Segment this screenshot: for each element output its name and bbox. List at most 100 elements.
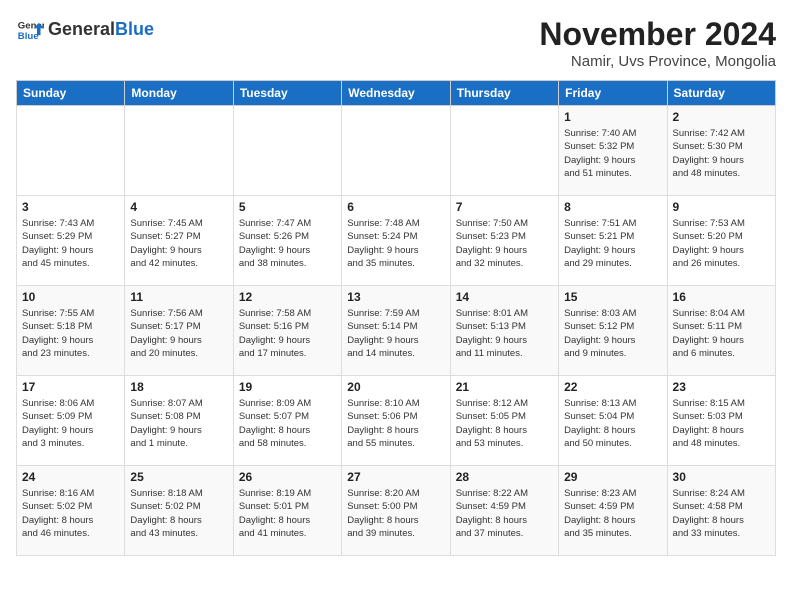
day-number: 10 [22, 290, 119, 304]
weekday-header-row: SundayMondayTuesdayWednesdayThursdayFrid… [17, 81, 776, 106]
calendar-week-row: 24Sunrise: 8:16 AM Sunset: 5:02 PM Dayli… [17, 466, 776, 556]
calendar-week-row: 17 Sunrise: 8:06 AM Sunset: 5:09 PM Dayli… [17, 376, 776, 466]
day-info: Sunrise: 8:03 AM Sunset: 5:12 PM Dayligh… [564, 307, 661, 360]
day-info: Sunrise: 7:50 AM Sunset: 5:23 PM Dayligh… [456, 217, 553, 270]
calendar-day-cell: 18 Sunrise: 8:07 AM Sunset: 5:08 PM Dayli… [125, 376, 233, 466]
day-number: 12 [239, 290, 336, 304]
day-info: Sunrise: 7:56 AM Sunset: 5:17 PM Dayligh… [130, 307, 227, 360]
day-number: 16 [673, 290, 770, 304]
day-info: Sunrise: 8:12 AM Sunset: 5:05 PM Dayligh… [456, 397, 553, 450]
weekday-header-cell: Wednesday [342, 81, 450, 106]
calendar-day-cell: 3Sunrise: 7:43 AM Sunset: 5:29 PM Daylig… [17, 196, 125, 286]
svg-text:Blue: Blue [18, 31, 39, 42]
calendar-header: SundayMondayTuesdayWednesdayThursdayFrid… [17, 81, 776, 106]
calendar-day-cell: 12 Sunrise: 7:58 AM Sunset: 5:16 PM Dayli… [233, 286, 341, 376]
day-number: 28 [456, 470, 553, 484]
calendar-day-cell [342, 106, 450, 196]
day-number: 8 [564, 200, 661, 214]
day-info: Sunrise: 8:24 AM Sunset: 4:58 PM Dayligh… [673, 487, 770, 540]
calendar-day-cell: 21 Sunrise: 8:12 AM Sunset: 5:05 PM Dayli… [450, 376, 558, 466]
calendar-day-cell: 5 Sunrise: 7:47 AM Sunset: 5:26 PM Daylig… [233, 196, 341, 286]
calendar-day-cell: 16 Sunrise: 8:04 AM Sunset: 5:11 PM Dayli… [667, 286, 775, 376]
day-number: 19 [239, 380, 336, 394]
day-number: 11 [130, 290, 227, 304]
calendar-day-cell: 9Sunrise: 7:53 AM Sunset: 5:20 PM Daylig… [667, 196, 775, 286]
page-header: General Blue GeneralBlue November 2024 N… [16, 16, 776, 70]
day-number: 2 [673, 110, 770, 124]
day-info: Sunrise: 8:19 AM Sunset: 5:01 PM Dayligh… [239, 487, 336, 540]
day-info: Sunrise: 8:01 AM Sunset: 5:13 PM Dayligh… [456, 307, 553, 360]
day-info: Sunrise: 8:20 AM Sunset: 5:00 PM Dayligh… [347, 487, 444, 540]
calendar-day-cell: 19 Sunrise: 8:09 AM Sunset: 5:07 PM Dayli… [233, 376, 341, 466]
day-info: Sunrise: 8:22 AM Sunset: 4:59 PM Dayligh… [456, 487, 553, 540]
calendar-day-cell: 14 Sunrise: 8:01 AM Sunset: 5:13 PM Dayli… [450, 286, 558, 376]
calendar-day-cell: 27 Sunrise: 8:20 AM Sunset: 5:00 PM Dayli… [342, 466, 450, 556]
day-number: 1 [564, 110, 661, 124]
day-info: Sunrise: 7:42 AM Sunset: 5:30 PM Dayligh… [673, 127, 770, 180]
day-info: Sunrise: 8:04 AM Sunset: 5:11 PM Dayligh… [673, 307, 770, 360]
day-info: Sunrise: 7:48 AM Sunset: 5:24 PM Dayligh… [347, 217, 444, 270]
location-subtitle: Namir, Uvs Province, Mongolia [539, 53, 776, 70]
calendar-day-cell: 15 Sunrise: 8:03 AM Sunset: 5:12 PM Dayli… [559, 286, 667, 376]
calendar-day-cell: 30Sunrise: 8:24 AM Sunset: 4:58 PM Dayli… [667, 466, 775, 556]
calendar-day-cell: 8 Sunrise: 7:51 AM Sunset: 5:21 PM Daylig… [559, 196, 667, 286]
day-info: Sunrise: 8:15 AM Sunset: 5:03 PM Dayligh… [673, 397, 770, 450]
calendar-day-cell: 25Sunrise: 8:18 AM Sunset: 5:02 PM Dayli… [125, 466, 233, 556]
weekday-header-cell: Sunday [17, 81, 125, 106]
day-number: 6 [347, 200, 444, 214]
day-info: Sunrise: 8:13 AM Sunset: 5:04 PM Dayligh… [564, 397, 661, 450]
day-number: 14 [456, 290, 553, 304]
day-info: Sunrise: 8:07 AM Sunset: 5:08 PM Dayligh… [130, 397, 227, 450]
calendar-day-cell [450, 106, 558, 196]
day-number: 26 [239, 470, 336, 484]
calendar-week-row: 3Sunrise: 7:43 AM Sunset: 5:29 PM Daylig… [17, 196, 776, 286]
day-number: 24 [22, 470, 119, 484]
calendar-day-cell: 24Sunrise: 8:16 AM Sunset: 5:02 PM Dayli… [17, 466, 125, 556]
calendar-day-cell: 22Sunrise: 8:13 AM Sunset: 5:04 PM Dayli… [559, 376, 667, 466]
day-number: 20 [347, 380, 444, 394]
calendar-day-cell: 13Sunrise: 7:59 AM Sunset: 5:14 PM Dayli… [342, 286, 450, 376]
day-number: 17 [22, 380, 119, 394]
calendar-day-cell: 6 Sunrise: 7:48 AM Sunset: 5:24 PM Daylig… [342, 196, 450, 286]
logo-icon: General Blue [16, 16, 44, 44]
day-number: 5 [239, 200, 336, 214]
day-number: 4 [130, 200, 227, 214]
day-info: Sunrise: 7:55 AM Sunset: 5:18 PM Dayligh… [22, 307, 119, 360]
day-info: Sunrise: 8:23 AM Sunset: 4:59 PM Dayligh… [564, 487, 661, 540]
day-info: Sunrise: 7:59 AM Sunset: 5:14 PM Dayligh… [347, 307, 444, 360]
month-year-title: November 2024 [539, 16, 776, 53]
day-number: 7 [456, 200, 553, 214]
day-number: 23 [673, 380, 770, 394]
day-info: Sunrise: 8:06 AM Sunset: 5:09 PM Dayligh… [22, 397, 119, 450]
day-info: Sunrise: 8:09 AM Sunset: 5:07 PM Dayligh… [239, 397, 336, 450]
calendar-week-row: 1 Sunrise: 7:40 AM Sunset: 5:32 PM Daylig… [17, 106, 776, 196]
calendar-day-cell: 26 Sunrise: 8:19 AM Sunset: 5:01 PM Dayli… [233, 466, 341, 556]
day-number: 15 [564, 290, 661, 304]
day-info: Sunrise: 7:45 AM Sunset: 5:27 PM Dayligh… [130, 217, 227, 270]
day-number: 27 [347, 470, 444, 484]
day-number: 21 [456, 380, 553, 394]
calendar-day-cell: 1 Sunrise: 7:40 AM Sunset: 5:32 PM Daylig… [559, 106, 667, 196]
weekday-header-cell: Friday [559, 81, 667, 106]
day-info: Sunrise: 7:40 AM Sunset: 5:32 PM Dayligh… [564, 127, 661, 180]
calendar-day-cell: 20 Sunrise: 8:10 AM Sunset: 5:06 PM Dayli… [342, 376, 450, 466]
day-info: Sunrise: 7:58 AM Sunset: 5:16 PM Dayligh… [239, 307, 336, 360]
weekday-header-cell: Saturday [667, 81, 775, 106]
calendar-day-cell: 23 Sunrise: 8:15 AM Sunset: 5:03 PM Dayli… [667, 376, 775, 466]
day-info: Sunrise: 7:51 AM Sunset: 5:21 PM Dayligh… [564, 217, 661, 270]
calendar-table: SundayMondayTuesdayWednesdayThursdayFrid… [16, 80, 776, 556]
day-info: Sunrise: 7:47 AM Sunset: 5:26 PM Dayligh… [239, 217, 336, 270]
calendar-day-cell: 10 Sunrise: 7:55 AM Sunset: 5:18 PM Dayli… [17, 286, 125, 376]
day-info: Sunrise: 8:18 AM Sunset: 5:02 PM Dayligh… [130, 487, 227, 540]
weekday-header-cell: Tuesday [233, 81, 341, 106]
calendar-day-cell: 29 Sunrise: 8:23 AM Sunset: 4:59 PM Dayli… [559, 466, 667, 556]
day-info: Sunrise: 7:43 AM Sunset: 5:29 PM Dayligh… [22, 217, 119, 270]
calendar-day-cell: 17 Sunrise: 8:06 AM Sunset: 5:09 PM Dayli… [17, 376, 125, 466]
calendar-day-cell: 28 Sunrise: 8:22 AM Sunset: 4:59 PM Dayli… [450, 466, 558, 556]
weekday-header-cell: Monday [125, 81, 233, 106]
calendar-day-cell [17, 106, 125, 196]
day-number: 29 [564, 470, 661, 484]
day-info: Sunrise: 8:10 AM Sunset: 5:06 PM Dayligh… [347, 397, 444, 450]
day-number: 18 [130, 380, 227, 394]
calendar-day-cell [125, 106, 233, 196]
